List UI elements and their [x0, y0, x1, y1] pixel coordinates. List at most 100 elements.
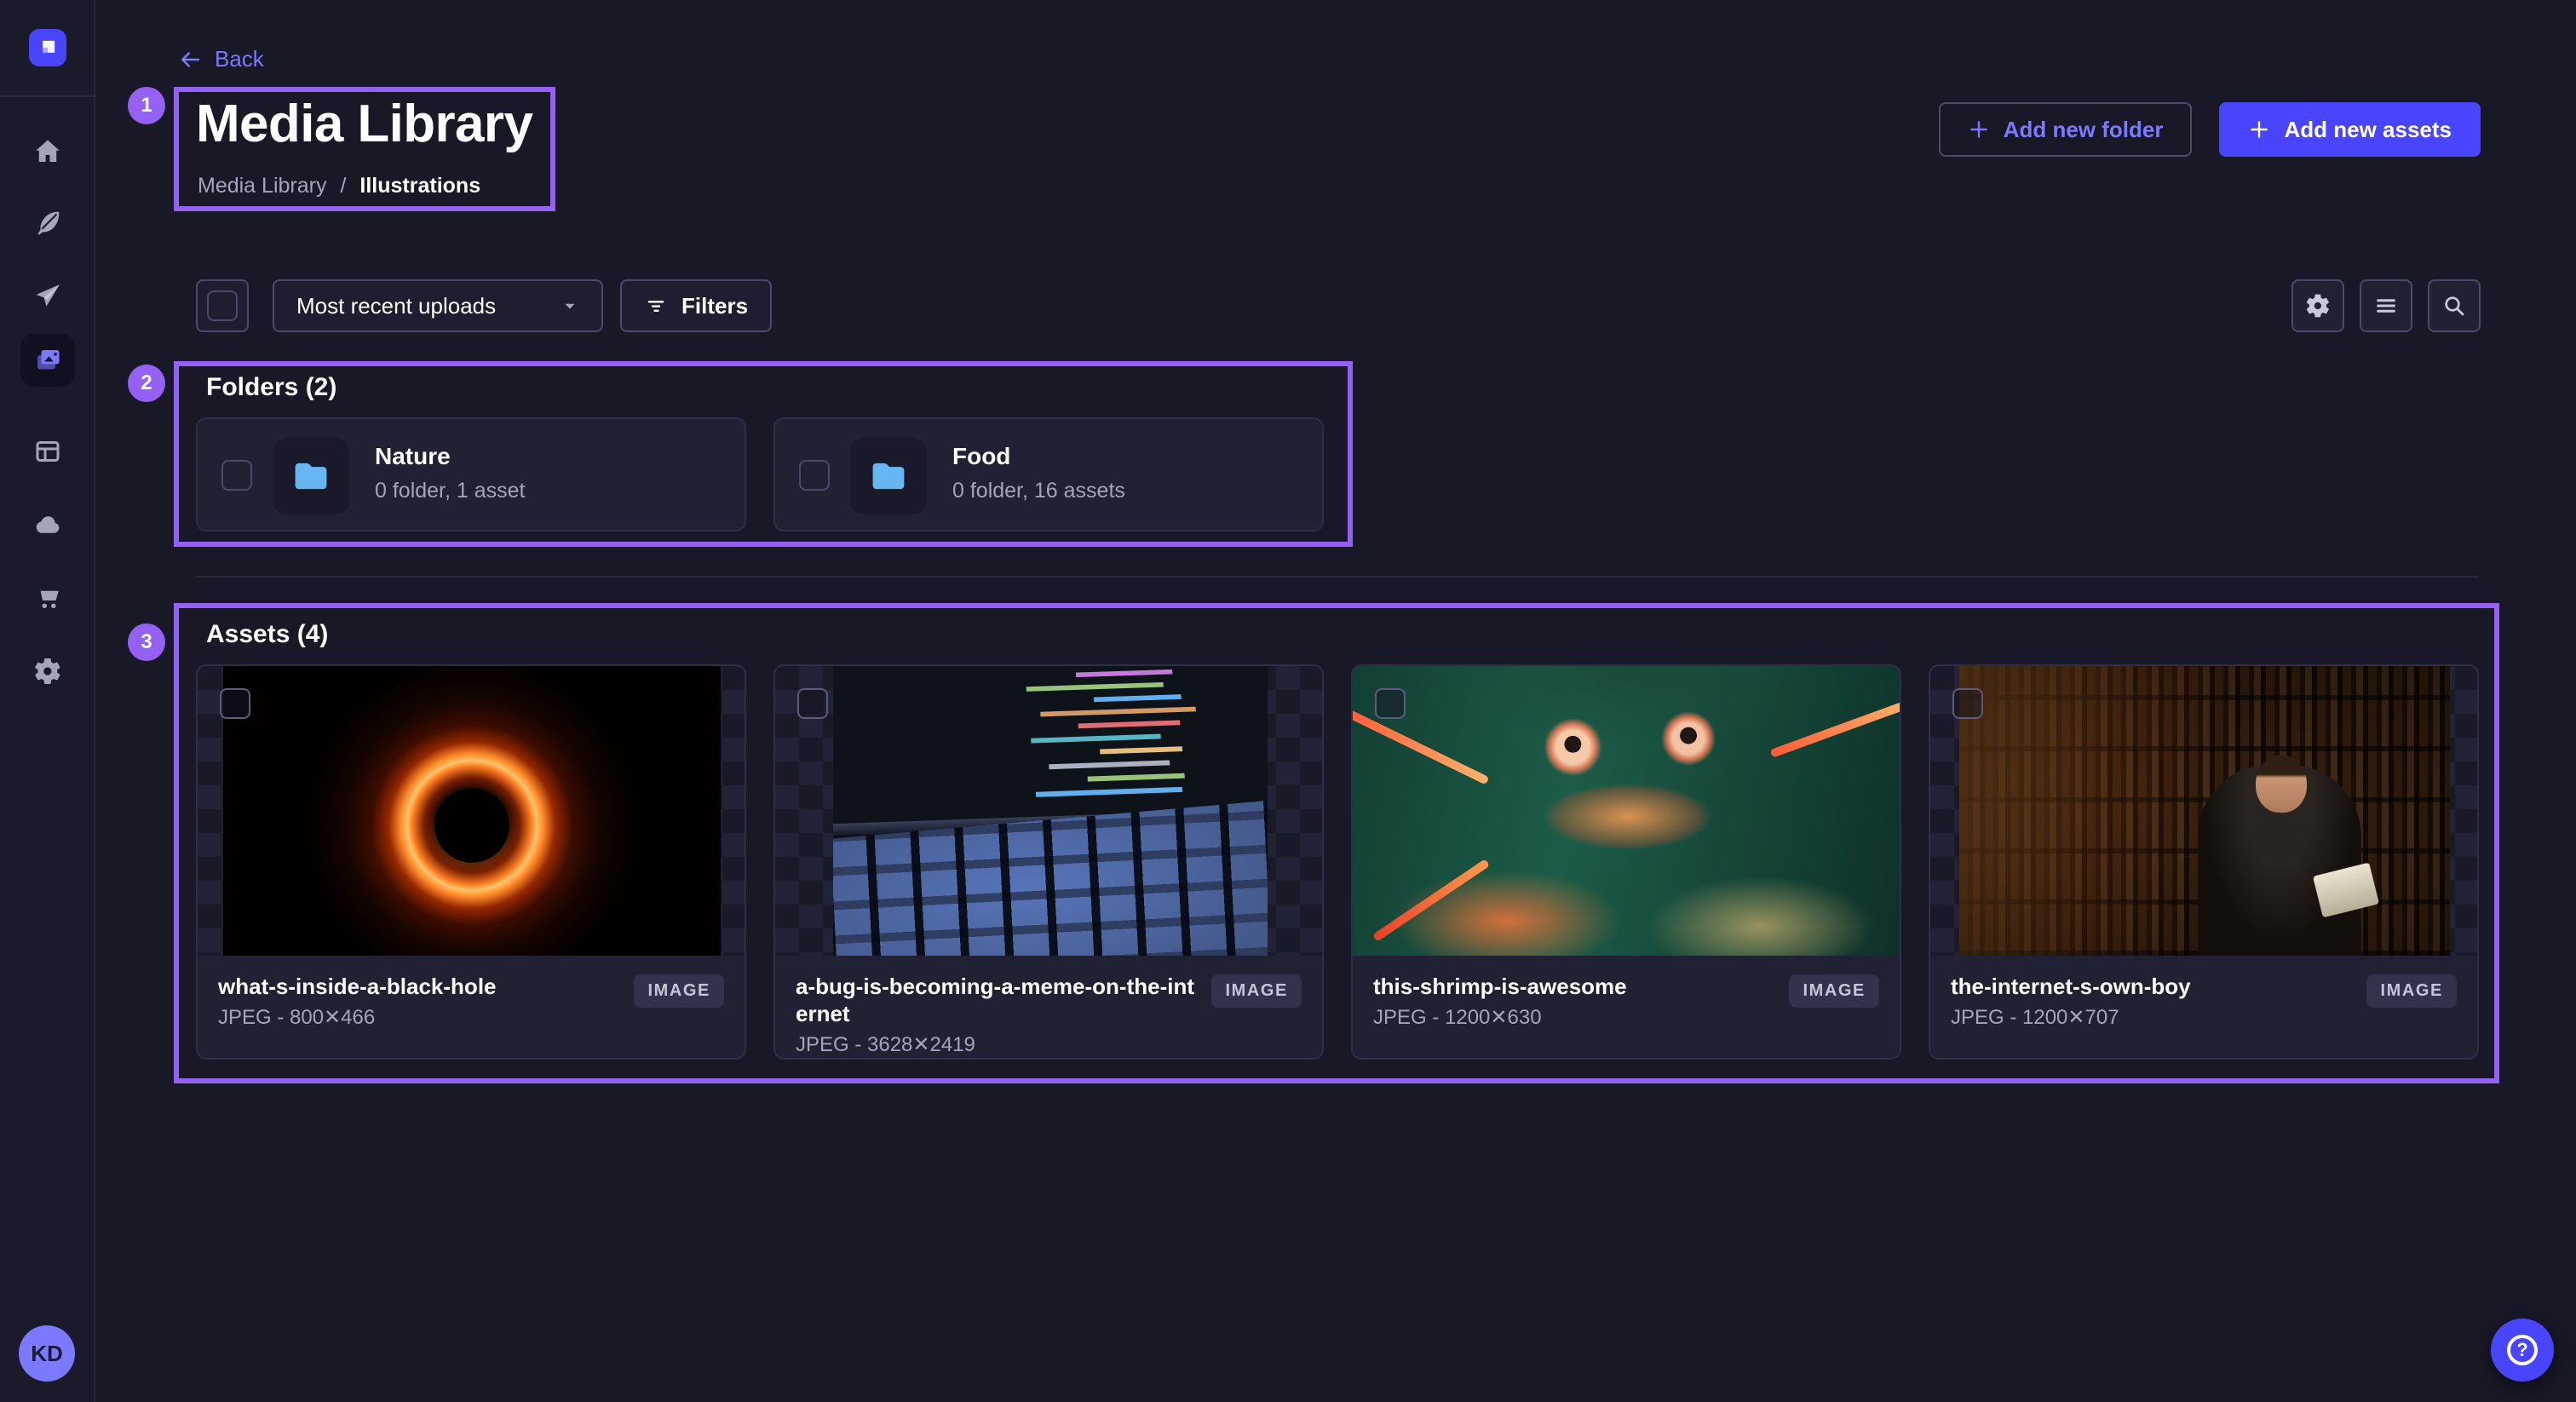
asset-type-badge: IMAGE — [1211, 974, 1302, 1008]
user-avatar[interactable]: KD — [19, 1325, 75, 1382]
sort-dropdown-value: Most recent uploads — [296, 293, 496, 319]
header-actions: Add new folder Add new assets — [1939, 102, 2481, 157]
folder-meta: 0 folder, 16 assets — [952, 479, 1125, 503]
asset-footer: a-bug-is-becoming-a-meme-on-the-internet… — [775, 956, 1322, 1060]
asset-checkbox[interactable] — [797, 688, 828, 719]
gear-icon — [32, 656, 63, 687]
asset-preview — [1353, 666, 1900, 956]
page-title: Media Library — [196, 94, 532, 154]
sidebar-item-content-manager[interactable] — [0, 431, 95, 472]
filter-icon — [644, 294, 668, 318]
folder-meta: 0 folder, 1 asset — [375, 479, 526, 503]
add-new-assets-button[interactable]: Add new assets — [2219, 102, 2481, 157]
plus-icon — [2248, 118, 2270, 141]
black-hole-image — [223, 666, 721, 956]
asset-type-badge: IMAGE — [634, 974, 724, 1008]
asset-card-shrimp[interactable]: this-shrimp-is-awesome JPEG - 1200✕630 I… — [1351, 664, 1901, 1060]
folder-name: Food — [952, 443, 1010, 470]
asset-preview — [775, 666, 1322, 956]
filters-button[interactable]: Filters — [620, 279, 772, 332]
folder-card-nature[interactable]: Nature 0 folder, 1 asset — [196, 417, 746, 531]
asset-name: a-bug-is-becoming-a-meme-on-the-internet — [796, 973, 1198, 1027]
search-button[interactable] — [2428, 279, 2481, 332]
asset-checkbox[interactable] — [1952, 688, 1983, 719]
asset-checkbox[interactable] — [1375, 688, 1406, 719]
sidebar-item-settings[interactable] — [0, 651, 95, 692]
sidebar-item-home[interactable] — [0, 131, 95, 172]
asset-preview — [198, 666, 745, 956]
asset-meta: JPEG - 1200✕630 — [1373, 1005, 1775, 1030]
sidebar-item-marketplace[interactable] — [0, 577, 95, 618]
breadcrumb-parent[interactable]: Media Library — [198, 174, 326, 198]
add-new-folder-label: Add new folder — [2004, 117, 2164, 143]
list-view-button[interactable] — [2360, 279, 2412, 332]
plus-icon — [1968, 118, 1990, 141]
section-divider — [196, 576, 2479, 577]
asset-card-black-hole[interactable]: what-s-inside-a-black-hole JPEG - 800✕46… — [196, 664, 746, 1060]
asset-meta: JPEG - 3628✕2419 — [796, 1032, 1198, 1057]
asset-card-bug-meme[interactable]: a-bug-is-becoming-a-meme-on-the-internet… — [773, 664, 1324, 1060]
mantis-shrimp-image — [1353, 666, 1900, 956]
feather-icon — [32, 208, 63, 238]
asset-card-internets-own-boy[interactable]: the-internet-s-own-boy JPEG - 1200✕707 I… — [1929, 664, 2479, 1060]
asset-checkbox[interactable] — [220, 688, 250, 719]
back-label: Back — [215, 46, 264, 72]
breadcrumb: Media Library / Illustrations — [198, 174, 480, 198]
folder-name: Nature — [375, 443, 451, 470]
strapi-logo[interactable] — [29, 29, 66, 66]
folder-checkbox[interactable] — [799, 460, 830, 491]
add-new-folder-button[interactable]: Add new folder — [1939, 102, 2193, 157]
sort-dropdown[interactable]: Most recent uploads — [273, 279, 603, 332]
send-icon — [32, 281, 63, 312]
assets-grid: what-s-inside-a-black-hole JPEG - 800✕46… — [196, 664, 2479, 1060]
home-icon — [32, 136, 63, 167]
breadcrumb-separator: / — [340, 174, 346, 198]
asset-footer: the-internet-s-own-boy JPEG - 1200✕707 I… — [1930, 956, 2477, 1060]
question-mark-icon: ? — [2507, 1335, 2538, 1365]
asset-name: the-internet-s-own-boy — [1951, 973, 2353, 1000]
gear-icon — [2304, 292, 2332, 319]
select-all-checkbox[interactable] — [207, 290, 238, 321]
folder-card-food[interactable]: Food 0 folder, 16 assets — [773, 417, 1324, 531]
asset-name: this-shrimp-is-awesome — [1373, 973, 1775, 1000]
folder-checkbox[interactable] — [221, 460, 252, 491]
folder-icon — [289, 454, 333, 498]
layout-icon — [32, 436, 63, 467]
sidebar-item-content-type-builder[interactable] — [0, 203, 95, 244]
folder-icon-tile — [273, 438, 349, 514]
laptop-code-image — [833, 666, 1268, 956]
cloud-icon — [32, 509, 63, 540]
sidebar: KD — [0, 0, 95, 1402]
add-new-assets-label: Add new assets — [2284, 117, 2452, 143]
filters-label: Filters — [681, 293, 748, 319]
person-head — [2256, 755, 2307, 813]
shrimp-antenna — [1353, 705, 1489, 784]
shrimp-antenna — [1372, 859, 1490, 942]
back-link[interactable]: Back — [177, 46, 264, 72]
help-button[interactable]: ? — [2491, 1319, 2554, 1382]
asset-footer: this-shrimp-is-awesome JPEG - 1200✕630 I… — [1353, 956, 1900, 1060]
asset-preview — [1930, 666, 2477, 956]
folder-icon — [866, 454, 911, 498]
sidebar-item-media-library[interactable] — [20, 334, 75, 387]
annotation-badge-2: 2 — [128, 365, 165, 402]
laptop-screen — [833, 666, 1268, 828]
breadcrumb-current: Illustrations — [359, 174, 480, 198]
folders-grid: Nature 0 folder, 1 asset Food 0 folder, … — [196, 417, 1324, 531]
asset-footer: what-s-inside-a-black-hole JPEG - 800✕46… — [198, 956, 745, 1060]
back-arrow-icon — [177, 47, 203, 72]
sidebar-item-deploy[interactable] — [0, 504, 95, 545]
library-portrait-image — [1959, 666, 2450, 956]
sidebar-item-releases[interactable] — [0, 276, 95, 317]
media-library-icon — [32, 345, 63, 376]
search-icon — [2441, 292, 2468, 319]
grid-settings-button[interactable] — [2291, 279, 2344, 332]
strapi-logo-glyph — [36, 36, 60, 60]
asset-type-badge: IMAGE — [1789, 974, 1879, 1008]
folder-icon-tile — [850, 438, 927, 514]
shrimp-antenna — [1770, 698, 1900, 758]
view-controls — [2291, 279, 2481, 332]
asset-type-badge: IMAGE — [2366, 974, 2457, 1008]
folders-heading: Folders (2) — [206, 373, 336, 402]
asset-name: what-s-inside-a-black-hole — [218, 973, 620, 1000]
